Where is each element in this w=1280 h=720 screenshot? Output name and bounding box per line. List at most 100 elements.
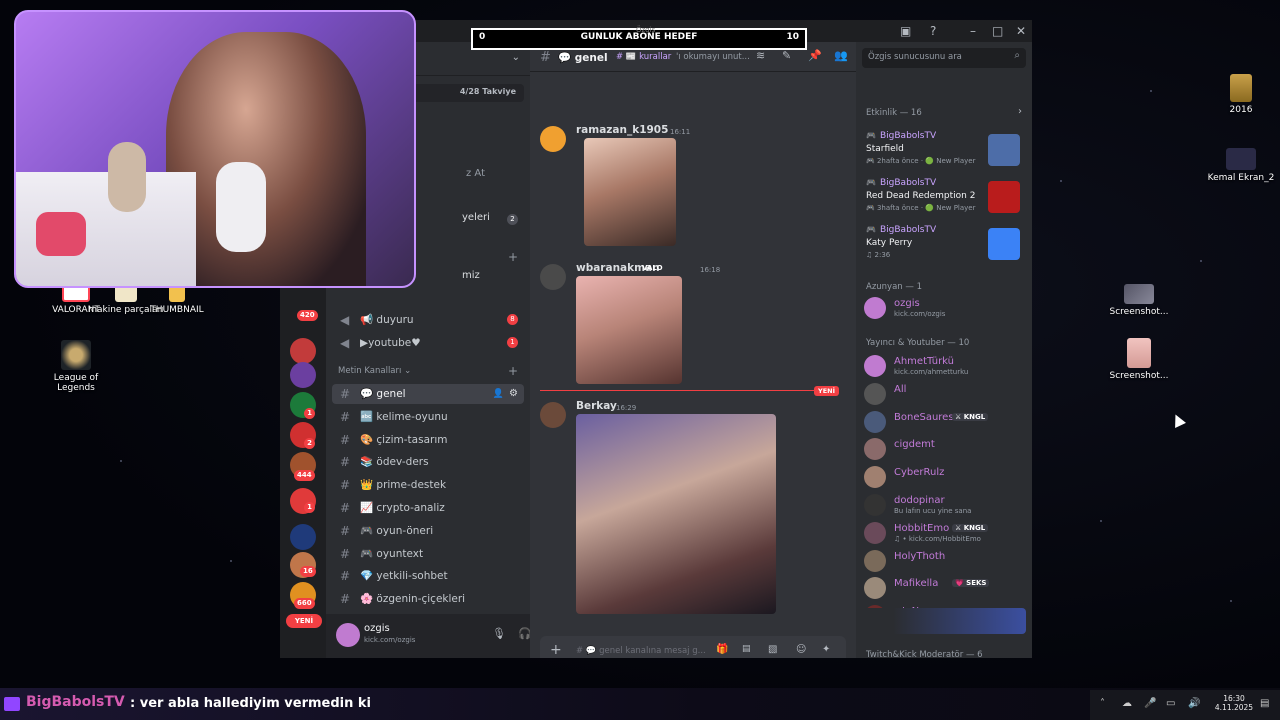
desktop-icon-kemal-ekran[interactable]: Kemal Ekran_2 <box>1201 148 1280 183</box>
sticker-icon[interactable]: ▧ <box>768 644 777 655</box>
chevron-up-icon[interactable]: ˄ <box>1100 698 1105 709</box>
video-attachment[interactable] <box>576 414 776 614</box>
close-button[interactable]: ✕ <box>1016 24 1026 38</box>
maximize-button[interactable]: □ <box>992 24 1003 38</box>
image-attachment[interactable] <box>584 138 676 246</box>
microphone <box>216 162 266 252</box>
channel-item[interactable]: # 🔤 kelime-oyunu <box>332 407 524 427</box>
member-item[interactable]: All <box>864 382 1026 406</box>
desktop-icon-screenshot-1[interactable]: Screenshot... <box>1099 284 1179 317</box>
avatar <box>864 577 886 600</box>
channel-item[interactable]: # 📈 crypto-analiz <box>332 498 524 518</box>
channel-item[interactable]: # 📚 ödev-ders <box>332 452 524 472</box>
server-icon[interactable] <box>290 524 316 550</box>
activity-card[interactable]: 🎮 BigBabolsTV Starfield 🎮 2hafta önce · 🟢 N… <box>864 128 1024 172</box>
member-item[interactable]: HobbitEmo ♫ • kick.com/HobbitEmo ⚔ KNGL <box>864 521 1026 545</box>
role-tag: ⚔ KNGL <box>952 523 989 532</box>
topic-link[interactable]: # 📰 kurallar <box>616 52 671 62</box>
channel-youtube[interactable]: ◀ ▶youtube♥ 1 <box>332 333 524 353</box>
member-status: ♫ • kick.com/HobbitEmo <box>894 534 981 543</box>
channel-name: 📢 duyuru <box>360 314 414 326</box>
clock[interactable]: 16:30 4.11.2025 <box>1214 694 1254 712</box>
avatar[interactable] <box>540 402 566 428</box>
member-name: dodopinar <box>894 495 945 506</box>
gif-icon[interactable]: ▤ <box>742 644 751 654</box>
cloud-icon[interactable]: ☁ <box>1122 698 1132 709</box>
desktop-icon-screenshot-2[interactable]: Screenshot... <box>1099 338 1179 381</box>
pin-icon[interactable]: 📌 <box>808 49 822 62</box>
announcement-icon: ◀ <box>340 336 350 350</box>
activity-card[interactable]: 🎮 BigBabolsTV Katy Perry ♫ 2:36 <box>864 222 1024 266</box>
channel-item[interactable]: # 🌸 özgenin-çiçekleri <box>332 589 524 609</box>
channel-item[interactable]: # 🎮 oyuntext <box>332 544 524 564</box>
folder-icon <box>1230 74 1252 102</box>
member-item[interactable]: ozgis kick.com/ozgis <box>864 296 1026 320</box>
minimize-button[interactable]: – <box>970 24 976 38</box>
channel-item[interactable]: # 💬 genel 👤 ⚙ <box>332 384 524 404</box>
invite-icon[interactable]: 👤 <box>493 384 504 404</box>
server-icon[interactable] <box>290 338 316 364</box>
partial-label: z At <box>466 168 486 179</box>
search-input[interactable]: Özgis sunucusunu ara ⌕ <box>862 48 1026 68</box>
chevron-right-icon[interactable]: › <box>1018 106 1022 117</box>
channel-item[interactable]: # 👑 prime-destek <box>332 475 524 495</box>
mention-badge: 420 <box>297 310 318 321</box>
add-channel-icon[interactable]: + <box>508 364 518 378</box>
message-author[interactable]: Berkay <box>576 400 617 412</box>
desktop-icon-league[interactable]: League of Legends <box>36 340 116 393</box>
avatar <box>864 410 886 433</box>
desktop-icon-2016[interactable]: 2016 <box>1201 74 1280 115</box>
notification-icon[interactable]: ✎ <box>782 49 791 62</box>
badge-icon <box>4 697 20 711</box>
add-channel-icon[interactable]: + <box>508 250 518 264</box>
member-item[interactable]: Mafikella 💗 SEKS <box>864 576 1026 600</box>
message-input[interactable]: # 💬 genel kanalına mesaj g... <box>576 646 706 656</box>
threads-icon[interactable]: ≋ <box>756 49 765 62</box>
partial-channel[interactable]: miz <box>462 270 480 281</box>
gift-icon[interactable]: 🎁 <box>716 644 728 655</box>
help-icon[interactable]: ? <box>930 24 936 38</box>
avatar[interactable] <box>540 264 566 290</box>
chevron-down-icon[interactable]: ⌄ <box>512 52 520 63</box>
apps-icon[interactable]: ✦ <box>822 644 830 655</box>
gear-icon[interactable]: ⚙ <box>509 384 518 404</box>
network-icon[interactable]: ▭ <box>1166 698 1175 709</box>
channel-item[interactable]: # 🎨 çizim-tasarım <box>332 430 524 450</box>
goal-target: 10 <box>786 32 799 42</box>
mention-badge: 444 <box>294 470 315 481</box>
channel-duyuru[interactable]: ◀ 📢 duyuru 8 <box>332 310 524 330</box>
member-item[interactable]: cigdemt <box>864 437 1026 461</box>
channel-item[interactable]: # 💎 yetkili-sohbet <box>332 566 524 586</box>
member-list-icon[interactable]: 👥 <box>834 49 848 62</box>
mention-badge: 16 <box>300 566 316 577</box>
microphone-icon[interactable]: 🎙 <box>492 627 506 640</box>
role-tag: ⚔ KNGL <box>952 412 989 421</box>
member-item[interactable]: AhmetTürkü kick.com/ahmetturku <box>864 354 1026 378</box>
server-icon[interactable] <box>290 362 316 388</box>
member-item[interactable]: CyberRulz <box>864 465 1026 489</box>
avatar[interactable] <box>540 126 566 152</box>
emoji-icon[interactable]: ☺ <box>796 644 806 655</box>
member-status: kick.com/ozgis <box>894 310 946 318</box>
member-item[interactable]: BoneSaures ⚔ KNGL <box>864 410 1026 434</box>
avatar[interactable] <box>336 623 360 647</box>
member-item[interactable]: dodopinar Bu lafın ucu yine sana <box>864 493 1026 517</box>
mic-tray-icon[interactable]: 🎤 <box>1144 698 1156 709</box>
channel-item[interactable]: # 🎮 oyun-öneri <box>332 521 524 541</box>
mention-badge: 1 <box>304 408 315 419</box>
partial-channel[interactable]: yeleri <box>462 212 490 223</box>
activity-card[interactable]: 🎮 BigBabolsTV Red Dead Redemption 2 🎮 3haft… <box>864 175 1024 219</box>
category-text-channels[interactable]: Metin Kanalları ⌄ <box>338 366 411 376</box>
image-attachment[interactable] <box>576 276 682 384</box>
notifications-icon[interactable]: ▤ <box>1260 698 1269 709</box>
add-attachment-icon[interactable]: + <box>550 642 562 658</box>
member-name: BoneSaures <box>894 411 954 423</box>
volume-icon[interactable]: 🔊 <box>1188 698 1200 709</box>
message-composer[interactable]: + # 💬 genel kanalına mesaj g... 🎁 ▤ ▧ ☺ … <box>540 636 846 658</box>
member-item[interactable]: HolyThoth <box>864 549 1026 573</box>
role-tag: 💗 SEKS <box>952 579 990 588</box>
inbox-icon[interactable]: ▣ <box>900 24 911 38</box>
desktop-icon-thumbnail[interactable]: THUMBNAIL <box>137 284 217 315</box>
member-section-title: Azunyan — 1 <box>866 282 922 292</box>
message-author[interactable]: ramazan_k1905 <box>576 124 668 136</box>
